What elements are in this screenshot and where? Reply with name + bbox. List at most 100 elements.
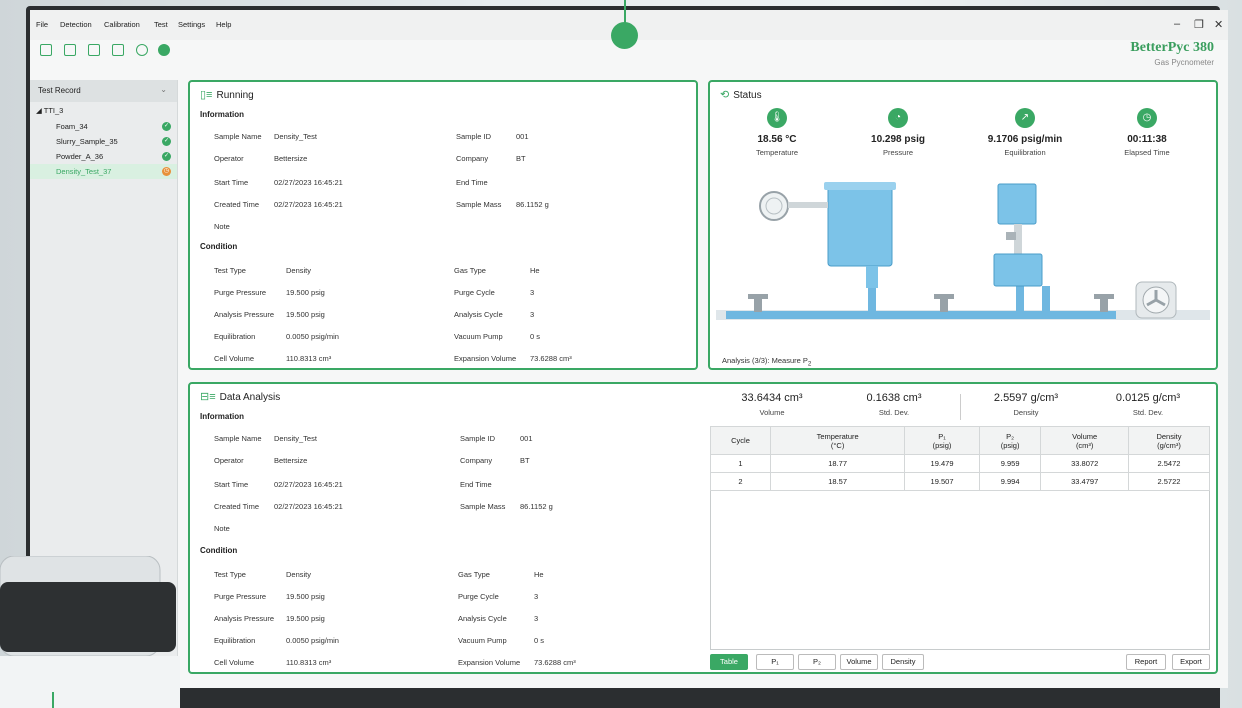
field-value: 3	[530, 288, 535, 297]
mid-valve	[940, 298, 948, 312]
metric-value: 10.298 psig	[871, 134, 925, 145]
sidebar-header[interactable]: Test Record ⌄	[30, 80, 177, 102]
clock-icon: ◷	[162, 167, 171, 176]
status-title: ⟲ Status	[720, 88, 762, 101]
table-cell: 2.5722	[1127, 472, 1211, 491]
header-unit: (cm³)	[1075, 440, 1094, 450]
play-icon[interactable]	[136, 44, 148, 56]
field-label: Note	[214, 222, 230, 231]
density-stddev-summary: 0.0125 g/cm³ Std. Dev.	[1088, 392, 1208, 417]
tree-item[interactable]: Foam_34 ✓	[30, 119, 177, 134]
field-label: Created Time	[214, 502, 260, 511]
tab-table[interactable]: Table	[710, 654, 748, 670]
field-value: 73.6288 cm³	[530, 354, 572, 363]
data-analysis-panel: ⊟≡ Data Analysis Information Sample Name …	[188, 382, 1218, 674]
analysis-title: ⊟≡ Data Analysis	[200, 390, 280, 403]
tree-item-label: Foam_34	[56, 122, 88, 131]
metric-label: Pressure	[882, 148, 913, 157]
field-label: Created Time	[214, 200, 260, 209]
running-title-text: Running	[216, 90, 254, 101]
new-test-icon[interactable]	[40, 44, 52, 56]
tab-density[interactable]: Density	[882, 654, 924, 670]
field-value: 02/27/2023 16:45:21	[274, 502, 343, 511]
header-text: Volume	[1072, 431, 1098, 441]
header-text: P₂	[1006, 431, 1015, 441]
menu-settings[interactable]: Settings	[178, 20, 205, 29]
field-value: 001	[516, 132, 529, 141]
status-panel: ⟲ Status 🌡 18.56 °C Temperature ◔ 10.298 …	[708, 80, 1218, 370]
field-label: Analysis Cycle	[454, 310, 503, 319]
density-summary: 2.5597 g/cm³ Density	[966, 392, 1086, 417]
trend-icon: ↗	[1015, 108, 1035, 128]
field-value: 0 s	[534, 636, 545, 645]
field-value: 0 s	[530, 332, 541, 341]
field-value: 19.500 psig	[286, 592, 325, 601]
field-value: Density_Test	[274, 132, 317, 141]
field-label: Sample Name	[214, 434, 262, 443]
brand: BetterPyc 380 Gas Pycnometer	[1130, 40, 1214, 67]
report-button[interactable]: Report	[1126, 654, 1166, 670]
tab-volume[interactable]: Volume	[840, 654, 878, 670]
open-folder-icon[interactable]	[64, 44, 76, 56]
minimize-icon[interactable]: –	[1174, 18, 1180, 30]
field-value: BT	[520, 456, 530, 465]
field-label: Analysis Pressure	[214, 310, 275, 319]
tree-item-label: Powder_A_36	[56, 152, 104, 161]
menu-detection[interactable]: Detection	[60, 20, 92, 29]
field-value: 86.1152 g	[520, 502, 553, 511]
table-row[interactable]: 2 18.57 19.507 9.994 33.4797 2.5722	[710, 472, 1211, 491]
tree-item-selected[interactable]: Density_Test_37 ◷	[30, 164, 177, 179]
field-value: 0.0050 psig/min	[286, 332, 339, 341]
view-tab-bar: Table P₁ P₂ Volume Density Report Export	[710, 650, 1210, 672]
tab-p1[interactable]: P₁	[756, 654, 794, 670]
tree-root[interactable]: ◢ TTI_3	[30, 102, 177, 119]
table-cell: 2.5472	[1127, 454, 1211, 473]
temperature-metric: 🌡 18.56 °C Temperature	[722, 108, 832, 157]
tree-item[interactable]: Slurry_Sample_35 ✓	[30, 134, 177, 149]
header-unit: (g/cm³)	[1157, 440, 1181, 450]
field-label: Sample Mass	[456, 200, 502, 209]
field-value: 19.500 psig	[286, 288, 325, 297]
field-label: Cell Volume	[214, 658, 255, 667]
instrument-schematic	[716, 182, 1210, 320]
report-icon[interactable]	[112, 44, 124, 56]
summary-value: 2.5597 g/cm³	[993, 392, 1059, 404]
field-label: End Time	[460, 480, 492, 489]
chevron-down-icon[interactable]: ⌄	[160, 85, 167, 94]
metric-label: Equilibration	[1004, 148, 1046, 157]
field-label: Expansion Volume	[458, 658, 521, 667]
done-icon: ✓	[162, 137, 171, 146]
export-button[interactable]: Export	[1172, 654, 1210, 670]
table-cell: 18.77	[769, 454, 906, 473]
info-section-title: Information	[200, 412, 244, 421]
brand-name: BetterPyc 380	[1130, 40, 1214, 55]
phase-text: Analysis (3/3): Measure P2	[722, 356, 811, 368]
table-row[interactable]: 1 18.77 19.479 9.959 33.8072 2.5472	[710, 454, 1211, 473]
menu-file[interactable]: File	[36, 20, 48, 29]
valve-handle	[1006, 232, 1016, 240]
menu-calibration[interactable]: Calibration	[104, 20, 140, 29]
device-led	[52, 692, 54, 708]
volume-stddev-summary: 0.1638 cm³ Std. Dev.	[834, 392, 954, 417]
restore-icon[interactable]: ❐	[1194, 18, 1204, 31]
field-label: Expansion Volume	[454, 354, 517, 363]
summary-value: 0.1638 cm³	[866, 392, 922, 404]
summary-value: 33.6434 cm³	[741, 392, 803, 404]
field-value: BT	[516, 154, 526, 163]
column-header: Temperature (°C)	[769, 426, 906, 455]
tree-item[interactable]: Powder_A_36 ✓	[30, 149, 177, 164]
inlet-valve-handle	[748, 294, 768, 299]
menu-help[interactable]: Help	[216, 20, 231, 29]
tab-p2[interactable]: P₂	[798, 654, 836, 670]
brand-subtitle: Gas Pycnometer	[1154, 58, 1214, 67]
summary-label: Volume	[759, 408, 785, 417]
gauge-icon: ◔	[888, 108, 908, 128]
close-icon[interactable]: ✕	[1214, 18, 1223, 31]
field-value: 86.1152 g	[516, 200, 549, 209]
stop-icon[interactable]	[158, 44, 170, 56]
calendar-icon[interactable]	[88, 44, 100, 56]
collapse-arrow-icon[interactable]: ◢	[36, 106, 42, 115]
menu-test[interactable]: Test	[154, 20, 168, 29]
field-value: 02/27/2023 16:45:21	[274, 480, 343, 489]
table-cell: 33.4797	[1040, 472, 1129, 491]
